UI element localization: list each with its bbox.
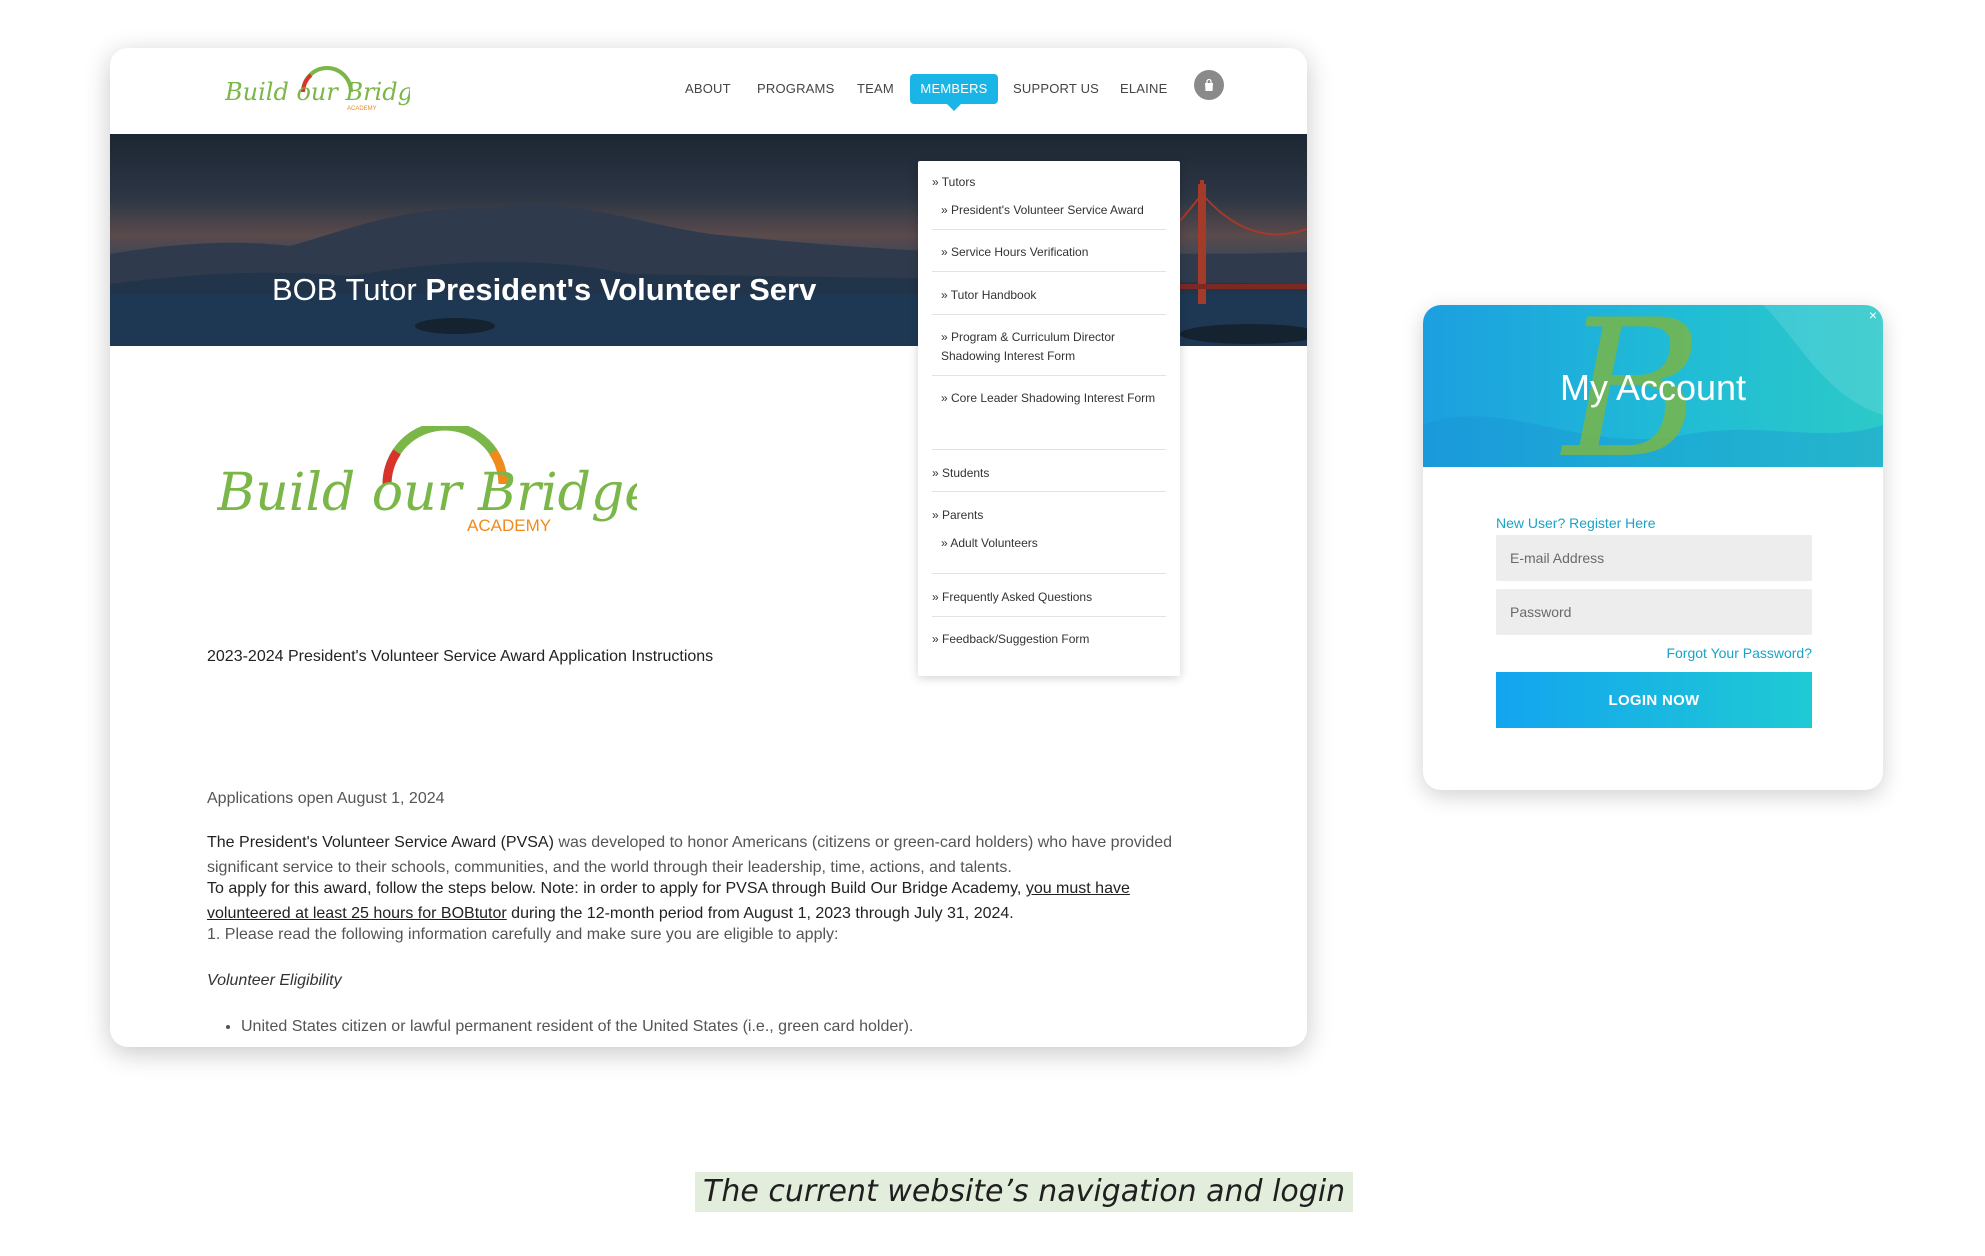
menu-item-faq[interactable]: » Frequently Asked Questions <box>932 588 1092 607</box>
list-item: United States citizen or lawful permanen… <box>241 1014 913 1039</box>
pvsa-name: The President's Volunteer Service Award … <box>207 834 554 851</box>
nav-support-us[interactable]: SUPPORT US <box>1013 74 1099 104</box>
menu-divider <box>932 271 1166 272</box>
register-link[interactable]: New User? Register Here <box>1496 515 1656 531</box>
menu-divider <box>932 616 1166 617</box>
password-field[interactable] <box>1496 589 1812 635</box>
website-window: Build our Bridge ACADEMY ABOUT PROGRAMS … <box>110 48 1307 1047</box>
menu-item-pvsa[interactable]: » President's Volunteer Service Award <box>941 201 1166 220</box>
site-logo[interactable]: Build our Bridge ACADEMY <box>225 62 410 112</box>
eligibility-list: United States citizen or lawful permanen… <box>241 1014 913 1039</box>
menu-divider <box>932 314 1166 315</box>
nav-elaine[interactable]: ELAINE <box>1120 74 1167 104</box>
instructions-heading: 2023-2024 President's Volunteer Service … <box>207 648 714 665</box>
menu-divider <box>932 375 1166 376</box>
applications-open-text: Applications open August 1, 2024 <box>207 790 445 807</box>
members-dropdown-menu: » Tutors » President's Volunteer Service… <box>918 161 1180 676</box>
login-title: My Account <box>1559 367 1747 408</box>
login-header: B My Account × <box>1423 305 1883 467</box>
close-icon[interactable]: × <box>1869 307 1877 323</box>
menu-item-director-shadowing[interactable]: » Program & Curriculum Director Shadowin… <box>941 328 1166 366</box>
eligibility-heading: Volunteer Eligibility <box>207 972 342 989</box>
cart-button[interactable] <box>1194 70 1224 100</box>
shopping-bag-icon <box>1205 78 1213 91</box>
svg-text:Build our Bridge: Build our Bridge <box>217 463 637 523</box>
menu-item-parents[interactable]: » Parents <box>932 506 983 525</box>
pvsa-intro-paragraph: The President's Volunteer Service Award … <box>207 830 1207 880</box>
svg-text:ACADEMY: ACADEMY <box>467 516 551 535</box>
figure-caption: The current website’s navigation and log… <box>695 1172 1354 1212</box>
login-button[interactable]: LOGIN NOW <box>1496 672 1812 728</box>
login-card: B My Account × New User? Register Here F… <box>1423 305 1883 790</box>
menu-item-tutor-handbook[interactable]: » Tutor Handbook <box>941 286 1166 305</box>
svg-text:ACADEMY: ACADEMY <box>347 106 377 112</box>
menu-item-adult-volunteers[interactable]: » Adult Volunteers <box>941 534 1166 553</box>
content-logo: Build our Bridge ACADEMY <box>217 426 637 535</box>
menu-item-feedback[interactable]: » Feedback/Suggestion Form <box>932 630 1089 649</box>
apply-note-end: during the 12-month period from August 1… <box>506 905 1014 922</box>
email-field[interactable] <box>1496 535 1812 581</box>
menu-item-students[interactable]: » Students <box>932 464 989 483</box>
menu-divider <box>932 449 1166 450</box>
menu-divider <box>932 491 1166 492</box>
menu-item-core-leader-shadowing[interactable]: » Core Leader Shadowing Interest Form <box>941 389 1166 408</box>
nav-members[interactable]: MEMBERS <box>910 74 998 111</box>
hero-title-light: BOB Tutor <box>272 272 426 307</box>
hero-title-bold: President's Volunteer Serv <box>425 272 817 307</box>
nav-team[interactable]: TEAM <box>857 74 894 104</box>
menu-divider <box>932 229 1166 230</box>
svg-text:Build our Bridge: Build our Bridge <box>225 78 410 106</box>
forgot-password-link[interactable]: Forgot Your Password? <box>1666 645 1812 661</box>
step-one-text: 1. Please read the following information… <box>207 926 839 943</box>
menu-divider <box>932 573 1166 574</box>
nav-about[interactable]: ABOUT <box>685 74 731 104</box>
nav-programs[interactable]: PROGRAMS <box>757 74 834 104</box>
site-header: Build our Bridge ACADEMY ABOUT PROGRAMS … <box>110 48 1307 134</box>
apply-note-paragraph: To apply for this award, follow the step… <box>207 876 1207 926</box>
menu-item-service-hours[interactable]: » Service Hours Verification <box>941 243 1166 262</box>
apply-note-start: To apply for this award, follow the step… <box>207 880 1026 897</box>
menu-item-tutors[interactable]: » Tutors <box>932 173 975 192</box>
